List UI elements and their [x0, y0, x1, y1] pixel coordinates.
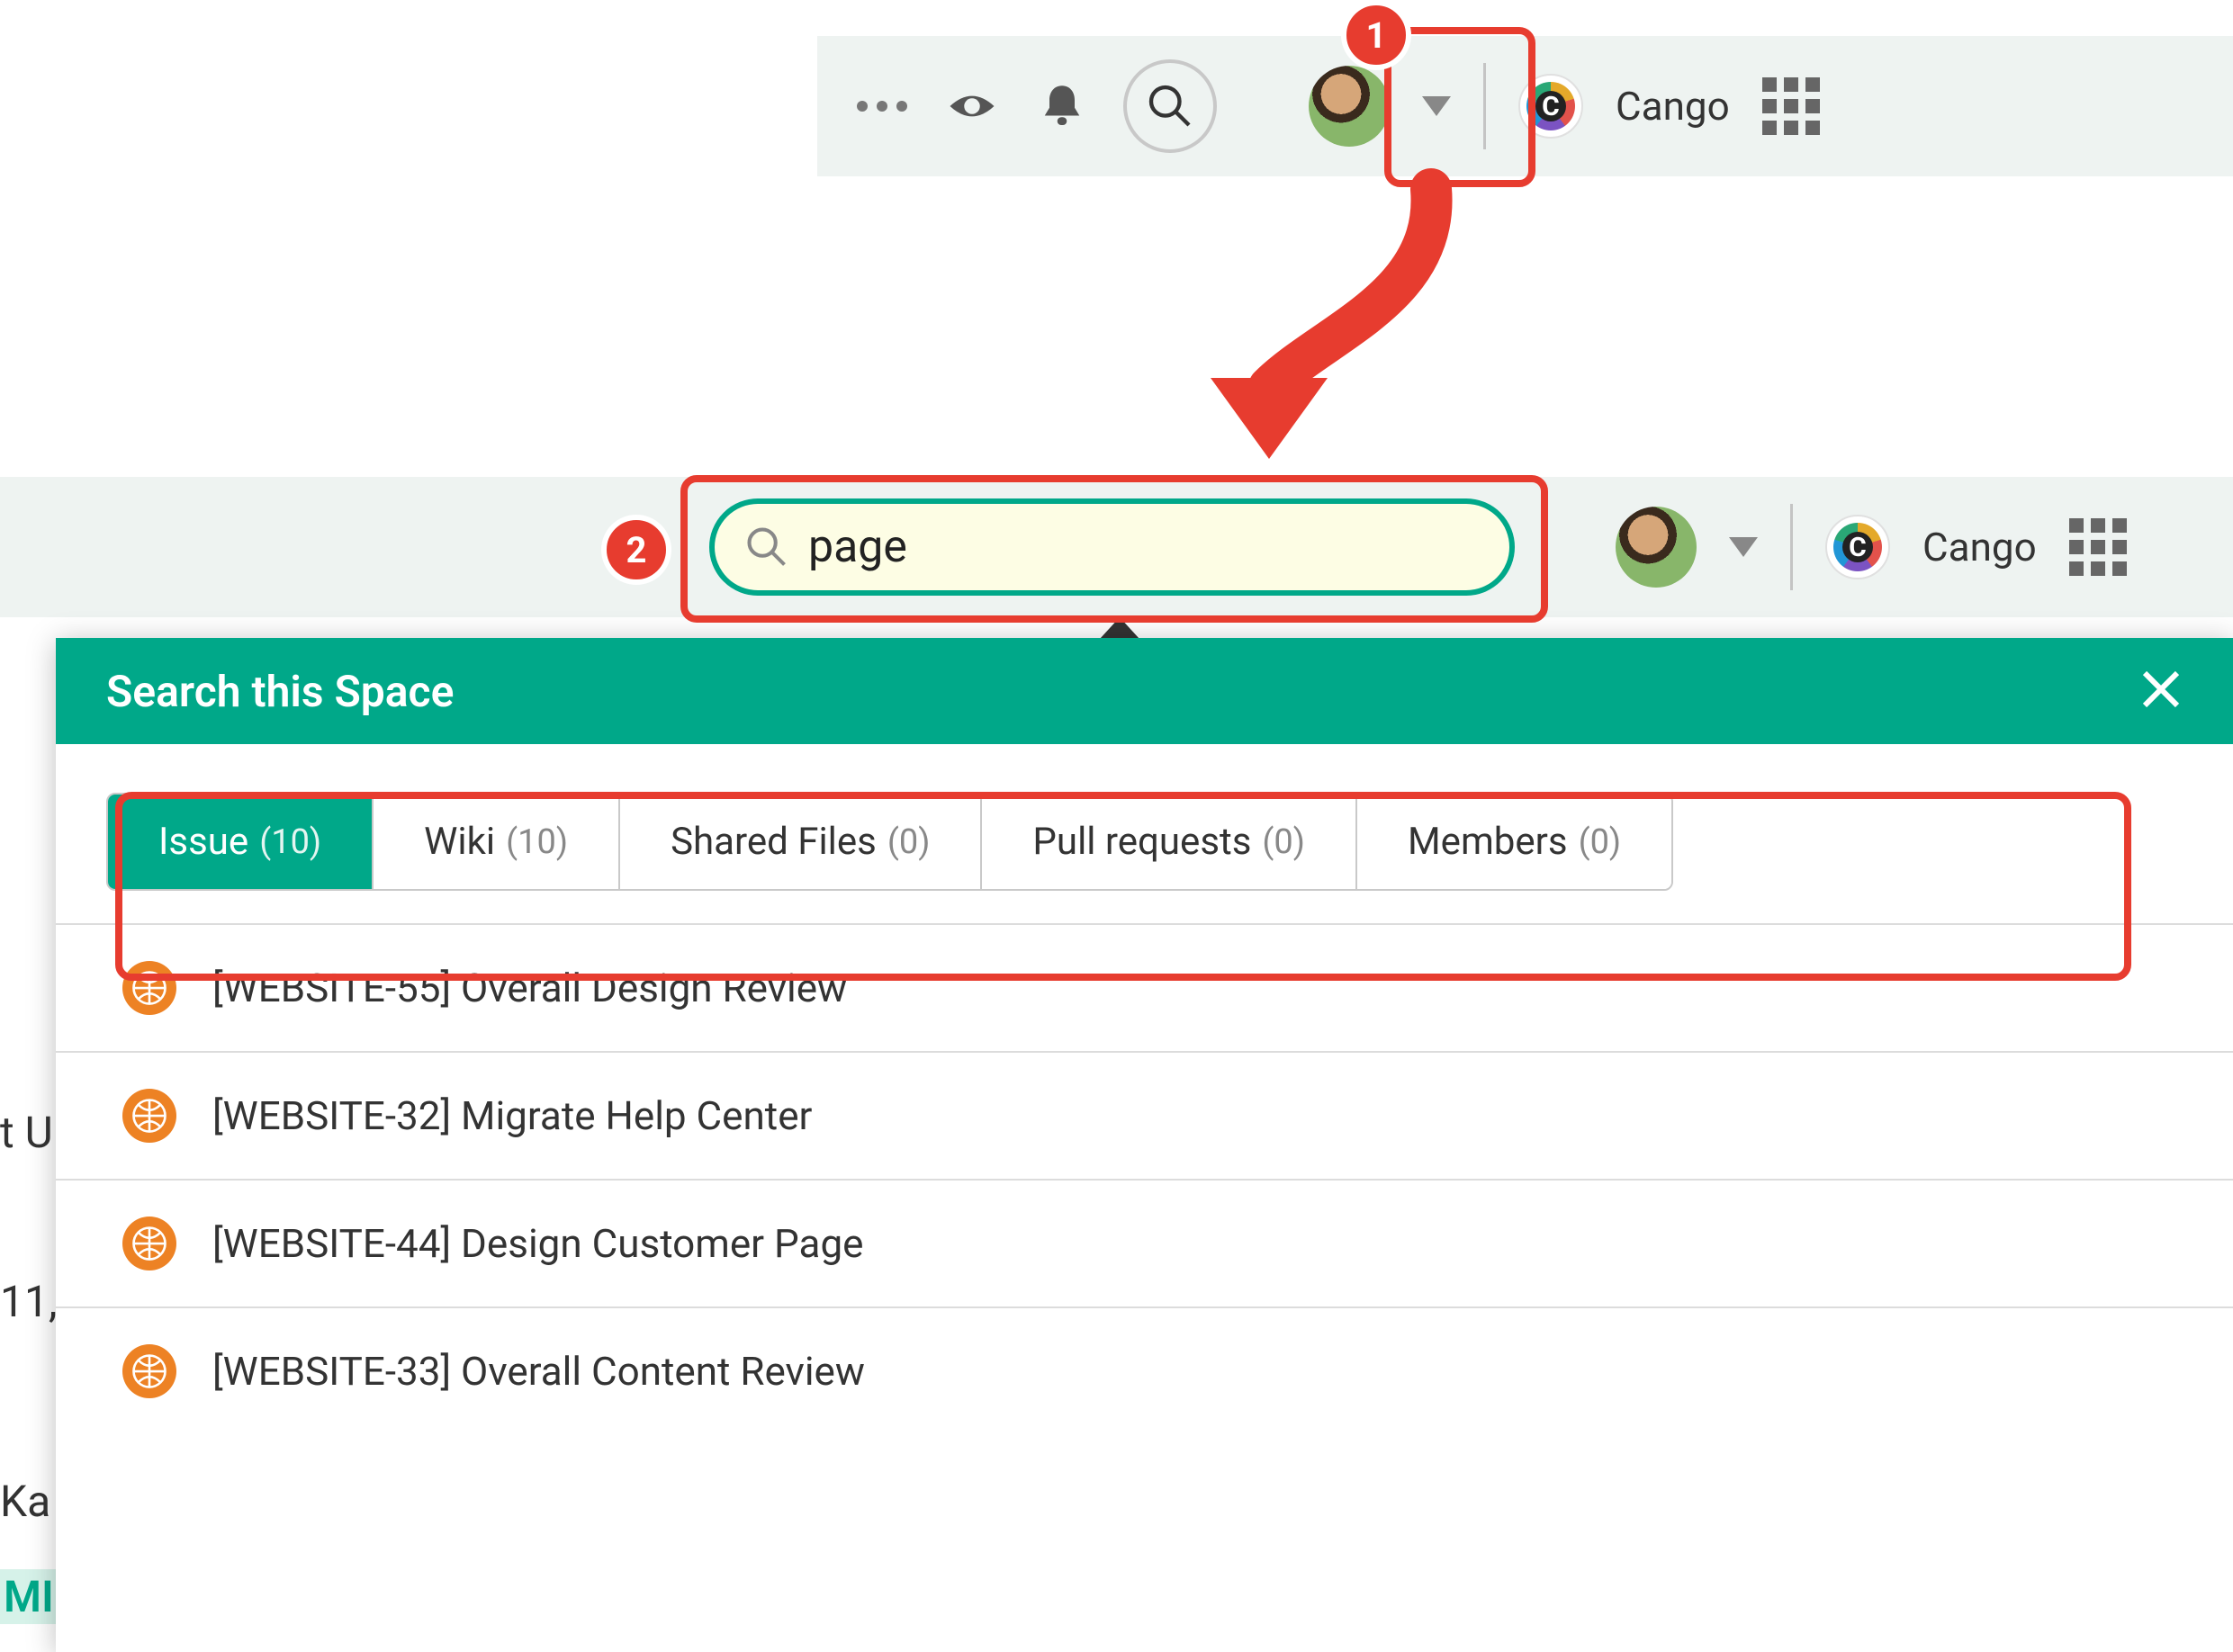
panel-title: Search this Space — [106, 666, 454, 717]
tab-issue[interactable]: Issue (10) — [108, 795, 374, 889]
tabs: Issue (10) Wiki (10) Shared Files (0) Pu… — [106, 793, 1673, 891]
bg-text: t U — [0, 1107, 53, 1158]
globe-icon — [122, 1089, 176, 1143]
watch-icon[interactable] — [943, 77, 1001, 135]
result-title: [WEBSITE-44] Design Customer Page — [212, 1220, 864, 1267]
tab-shared-files[interactable]: Shared Files (0) — [620, 795, 982, 889]
workspace-logo[interactable] — [1518, 74, 1583, 139]
tab-wiki[interactable]: Wiki (10) — [374, 795, 620, 889]
tab-count: (0) — [1579, 822, 1622, 862]
result-item[interactable]: [WEBSITE-55] Overall Design Review — [56, 925, 2233, 1053]
more-icon[interactable] — [853, 77, 911, 135]
results-list: [WEBSITE-55] Overall Design Review [WEBS… — [56, 923, 2233, 1434]
globe-icon — [122, 1344, 176, 1398]
avatar[interactable] — [1309, 66, 1390, 147]
bg-text: Ka — [0, 1476, 50, 1527]
close-icon[interactable] — [2139, 668, 2183, 714]
divider — [1790, 504, 1793, 590]
arrow-annotation — [1170, 180, 1476, 459]
result-item[interactable]: [WEBSITE-44] Design Customer Page — [56, 1181, 2233, 1308]
divider — [1483, 63, 1486, 149]
tab-label: Wiki — [424, 820, 495, 864]
tab-pull-requests[interactable]: Pull requests (0) — [982, 795, 1357, 889]
search-icon[interactable] — [1123, 59, 1217, 153]
globe-icon — [122, 1217, 176, 1270]
result-title: [WEBSITE-55] Overall Design Review — [212, 965, 847, 1011]
tabs-container: Issue (10) Wiki (10) Shared Files (0) Pu… — [56, 744, 2233, 923]
tab-label: Members — [1408, 820, 1568, 864]
tab-label: Shared Files — [671, 820, 877, 864]
apps-icon[interactable] — [1762, 77, 1820, 135]
search-icon — [743, 524, 790, 570]
result-item[interactable]: [WEBSITE-32] Migrate Help Center — [56, 1053, 2233, 1181]
annotation-badge-1: 1 — [1341, 0, 1411, 70]
workspace-name[interactable]: Cango — [1616, 83, 1730, 130]
notification-icon[interactable] — [1033, 77, 1091, 135]
search-input[interactable] — [808, 521, 1481, 573]
result-item[interactable]: [WEBSITE-33] Overall Content Review — [56, 1308, 2233, 1434]
avatar[interactable] — [1616, 507, 1697, 588]
workspace-name[interactable]: Cango — [1922, 524, 2037, 570]
tab-count: (10) — [506, 822, 568, 862]
top-toolbar: Cango — [817, 36, 2233, 176]
search-panel: Search this Space Issue (10) Wiki (10) S… — [56, 638, 2233, 1652]
tab-count: (0) — [887, 822, 931, 862]
chevron-down-icon[interactable] — [1729, 537, 1758, 557]
bg-text: 11, — [0, 1276, 57, 1327]
bg-text: MI — [0, 1569, 58, 1624]
tab-members[interactable]: Members (0) — [1357, 795, 1671, 889]
search-input-container[interactable] — [709, 498, 1515, 596]
result-title: [WEBSITE-33] Overall Content Review — [212, 1348, 865, 1395]
tab-label: Pull requests — [1032, 820, 1251, 864]
apps-icon[interactable] — [2069, 518, 2127, 576]
tab-label: Issue — [158, 820, 248, 864]
result-title: [WEBSITE-32] Migrate Help Center — [212, 1092, 812, 1139]
globe-icon — [122, 961, 176, 1015]
tab-count: (10) — [259, 822, 321, 862]
search-toolbar: Cango — [0, 477, 2233, 617]
tab-count: (0) — [1262, 822, 1305, 862]
workspace-logo[interactable] — [1825, 515, 1890, 579]
panel-header: Search this Space — [56, 638, 2233, 744]
chevron-down-icon[interactable] — [1422, 96, 1451, 116]
annotation-badge-2: 2 — [601, 515, 671, 585]
pointer-triangle — [1100, 617, 1139, 639]
